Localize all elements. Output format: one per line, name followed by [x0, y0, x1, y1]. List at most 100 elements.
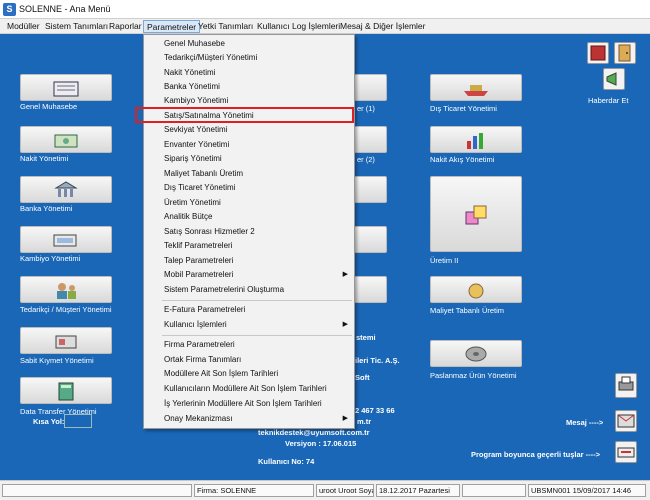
status-form: UBSMN001 15/09/2017 14:46 — [528, 484, 646, 497]
dd-item-sistem-param[interactable]: Sistem Parametrelerini Oluşturma — [144, 283, 354, 297]
dd-item-mobil[interactable]: Mobil Parametreleri ▶ — [144, 268, 354, 282]
dd-item-envanter[interactable]: Envanter Yönetimi — [144, 138, 354, 152]
dd-item-satis-sonrasi[interactable]: Satış Sonrası Hizmetler 2 — [144, 225, 354, 239]
tile-sabit-kiymet[interactable] — [20, 327, 112, 354]
tile-uretim-ii[interactable] — [430, 176, 522, 252]
bank-icon — [54, 180, 78, 197]
dd-item-kullanici-label: Kullanıcı İşlemleri — [164, 320, 227, 329]
dd-item-onay[interactable]: Onay Mekanizması ▶ — [144, 412, 354, 426]
mesaj-label: Mesaj ----> — [566, 418, 604, 427]
dd-item-kullanicilarin-son-islem[interactable]: Kullanıcıların Modüllere Ait Son İşlem T… — [144, 382, 354, 396]
dd-separator — [162, 335, 352, 336]
dd-separator — [162, 300, 352, 301]
people-icon — [57, 282, 76, 299]
info-line-1: stemi — [356, 333, 376, 342]
info-version: Versiyon : 17.06.015 — [285, 439, 357, 448]
mesaj-button[interactable] — [615, 410, 637, 432]
info-email: teknikdestek@uyumsoft.com.tr — [258, 428, 370, 437]
tile-label-middle-2: er (2) — [357, 155, 375, 164]
dd-item-siparis[interactable]: Sipariş Yönetimi — [144, 152, 354, 166]
dd-item-firma-param[interactable]: Firma Parametreleri — [144, 338, 354, 352]
dd-item-nakit[interactable]: Nakit Yönetimi — [144, 66, 354, 80]
keys-button[interactable] — [615, 441, 637, 463]
tile-nakit-akis[interactable] — [430, 126, 522, 153]
status-date: 18.12.2017 Pazartesi — [376, 484, 460, 497]
tile-dis-ticaret[interactable] — [430, 74, 522, 101]
submenu-arrow-icon: ▶ — [342, 415, 348, 422]
tile-label-kambiyo: Kambiyo Yönetimi — [20, 254, 81, 263]
dd-item-uretim[interactable]: Üretim Yönetimi — [144, 196, 354, 210]
kisa-yol-label: Kısa Yol: — [33, 417, 65, 426]
menu-yetki-tanimlari[interactable]: Yetki Tanımları — [195, 20, 256, 33]
haberdar-et-button[interactable] — [603, 68, 625, 90]
asset-icon — [55, 335, 77, 348]
menu-raporlar[interactable]: Raporlar — [106, 20, 145, 33]
info-web: m.tr — [357, 417, 372, 426]
info-user-no: Kullanıcı No: 74 — [258, 457, 315, 466]
dd-item-analitik-butce[interactable]: Analitik Bütçe — [144, 210, 354, 224]
dd-item-ortak-firma[interactable]: Ortak Firma Tanımları — [144, 353, 354, 367]
status-blank — [462, 484, 526, 497]
tile-maliyet-tabanli[interactable] — [430, 276, 522, 303]
app-icon: S — [3, 3, 16, 16]
tile-data-transfer[interactable] — [20, 377, 112, 404]
print-button[interactable] — [615, 373, 637, 398]
dd-item-banka[interactable]: Banka Yönetimi — [144, 80, 354, 94]
window-title: SOLENNE - Ana Menü — [19, 4, 111, 14]
dd-item-satis-satinalma[interactable]: Satış/Satınalma Yönetimi — [144, 109, 354, 123]
book-button[interactable] — [587, 42, 609, 64]
menu-mesaj-diger[interactable]: Mesaj & Diğer İşlemler — [337, 20, 429, 33]
dd-item-efatura[interactable]: E-Fatura Parametreleri — [144, 303, 354, 317]
info-phone: 2 467 33 66 — [355, 406, 395, 415]
message-icon — [617, 414, 635, 428]
steel-roll-icon — [465, 346, 487, 361]
dd-item-genel-muhasebe[interactable]: Genel Muhasebe — [144, 37, 354, 51]
tile-banka-yonetimi[interactable] — [20, 176, 112, 203]
tile-label-middle-1: er (1) — [357, 104, 375, 113]
dd-item-sevkiyat[interactable]: Sevkiyat Yönetimi — [144, 123, 354, 137]
tile-label-nakit: Nakit Yönetimi — [20, 154, 69, 163]
menu-moduller[interactable]: Modüller — [4, 20, 43, 33]
status-empty — [2, 484, 192, 497]
kisa-yol-input[interactable] — [64, 414, 92, 428]
tile-label-banka: Banka Yönetimi — [20, 204, 73, 213]
dd-item-kambiyo[interactable]: Kambiyo Yönetimi — [144, 94, 354, 108]
exit-button[interactable] — [614, 42, 636, 64]
dd-item-tedarikci-musteri[interactable]: Tedarikçi/Müşteri Yönetimi — [144, 51, 354, 65]
tile-label-nakit-akis: Nakit Akış Yönetimi — [430, 155, 495, 164]
dd-item-talep[interactable]: Talep Parametreleri — [144, 254, 354, 268]
tile-paslanmaz[interactable] — [430, 340, 522, 367]
title-bar: S SOLENNE - Ana Menü — [0, 0, 650, 19]
keys-label: Program boyunca geçerli tuşlar ----> — [471, 450, 600, 459]
dd-item-maliyet-tabanli[interactable]: Maliyet Tabanlı Üretim — [144, 167, 354, 181]
binder-icon — [58, 382, 74, 400]
bar-chart-icon — [467, 132, 483, 149]
dd-item-moduller-son-islem[interactable]: Modüllere Ait Son İşlem Tarihleri — [144, 367, 354, 381]
dd-item-isyerleri-son-islem[interactable]: İş Yerlerinin Modüllere Ait Son İşlem Ta… — [144, 397, 354, 411]
submenu-arrow-icon: ▶ — [342, 321, 348, 328]
menu-parametreler[interactable]: Parametreler — [143, 20, 201, 33]
dd-item-dis-ticaret[interactable]: Dış Ticaret Yönetimi — [144, 181, 354, 195]
menu-bar: Modüller Sistem Tanımları Raporlar Param… — [0, 19, 650, 34]
tile-nakit-yonetimi[interactable] — [20, 126, 112, 153]
tile-tedarikci-musteri[interactable] — [20, 276, 112, 303]
keyboard-icon — [617, 447, 635, 458]
status-bar: Firma: SOLENNE uroot Uroot Soyadı 18.12.… — [0, 480, 650, 500]
tile-kambiyo-yonetimi[interactable] — [20, 226, 112, 253]
tile-label-dis-ticaret: Dış Ticaret Yönetimi — [430, 104, 497, 113]
ledger-icon — [53, 81, 79, 96]
menu-kullanici-log[interactable]: Kullanıcı Log İşlemleri — [254, 20, 343, 33]
menu-sistem-tanimlari[interactable]: Sistem Tanımları — [42, 20, 111, 33]
factory-boxes-icon — [465, 205, 487, 225]
tile-label-genel-muhasebe: Genel Muhasebe — [20, 102, 78, 111]
status-user: uroot Uroot Soyadı — [316, 484, 374, 497]
tile-genel-muhasebe[interactable] — [20, 74, 112, 101]
dd-item-teklif[interactable]: Teklif Parametreleri — [144, 239, 354, 253]
haberdar-et-label: Haberdar Et — [588, 96, 629, 105]
parametreler-dropdown: Genel Muhasebe Tedarikçi/Müşteri Yönetim… — [143, 34, 355, 429]
tile-label-sabit-kiymet: Sabit Kıymet Yönetimi — [20, 356, 94, 365]
money-bag-icon — [468, 283, 484, 298]
book-icon — [590, 45, 606, 61]
dd-item-kullanici-islemleri[interactable]: Kullanıcı İşlemleri ▶ — [144, 318, 354, 332]
megaphone-icon — [606, 72, 617, 86]
